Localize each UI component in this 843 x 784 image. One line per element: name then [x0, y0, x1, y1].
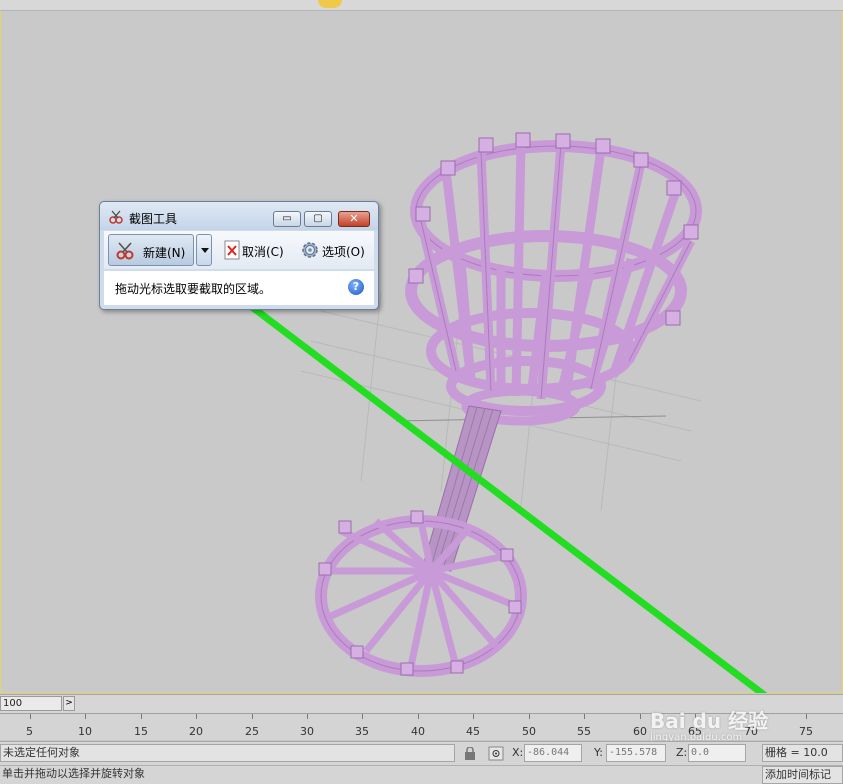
x-coordinate-field[interactable]: -86.044 [524, 744, 582, 762]
close-icon: ✕ [349, 212, 359, 225]
cancel-label: 取消(C) [242, 245, 284, 259]
z-label: Z: [676, 746, 688, 759]
scissors-icon [116, 242, 134, 260]
instruction-text: 拖动光标选取要截取的区域。 [115, 282, 272, 296]
tick-label: 50 [522, 725, 536, 738]
tick-label: 55 [577, 725, 591, 738]
maximize-button[interactable]: ▢ [304, 211, 332, 227]
prompt-bar: 单击并拖动以选择并旋转对象 添加时间标记 [0, 765, 843, 784]
selection-status: 未选定任何对象 [0, 744, 455, 762]
maximize-icon: ▢ [313, 213, 323, 224]
new-snip-button[interactable]: 新建(N) [108, 234, 194, 266]
close-button[interactable]: ✕ [338, 211, 370, 227]
tick-label: 40 [411, 725, 425, 738]
tick-mark [529, 714, 530, 719]
options-label: 选项(O) [322, 245, 365, 259]
tick-mark [418, 714, 419, 719]
tick-label: 25 [245, 725, 259, 738]
tick-mark [584, 714, 585, 719]
y-label: Y: [594, 746, 603, 759]
tick-mark [307, 714, 308, 719]
watermark-brand: Bai du 经验 [650, 709, 769, 733]
add-time-tag-button[interactable]: 添加时间标记 [762, 766, 843, 784]
tick-mark [30, 714, 31, 719]
chevron-down-icon [201, 248, 209, 253]
z-coordinate-field[interactable]: 0.0 [688, 744, 746, 762]
next-frame-button[interactable]: > [63, 696, 75, 711]
tick-mark [141, 714, 142, 719]
snipping-tool-titlebar[interactable]: 截图工具 ▭ ▢ ✕ [100, 202, 378, 230]
tick-mark [196, 714, 197, 719]
tick-label: 10 [78, 725, 92, 738]
minimize-button[interactable]: ▭ [273, 211, 301, 227]
tick-label: 75 [799, 725, 813, 738]
minimize-icon: ▭ [282, 213, 292, 224]
snipping-toolbar: 新建(N) 取消(C) 选项(O) [104, 231, 374, 269]
tick-label: 35 [355, 725, 369, 738]
scissors-app-icon [109, 210, 123, 224]
help-icon[interactable]: ? [348, 279, 364, 295]
tick-label: 30 [300, 725, 314, 738]
cancel-button[interactable]: 取消(C) [216, 234, 288, 266]
cancel-icon [224, 240, 240, 260]
instruction-panel: 拖动光标选取要截取的区域。 ? [104, 271, 374, 305]
tick-label: 5 [26, 725, 33, 738]
3d-viewport[interactable]: 截图工具 ▭ ▢ ✕ 新建(N) 取消(C) 选项(O) 拖动光标选取要截取的区… [0, 11, 843, 693]
tick-mark [473, 714, 474, 719]
options-button[interactable]: 选项(O) [294, 234, 372, 266]
grid-size: 栅格 = 10.0 [762, 744, 843, 762]
tick-label: 20 [189, 725, 203, 738]
toolbar-highlight-icon[interactable] [318, 0, 342, 8]
absolute-mode-icon[interactable] [488, 746, 504, 761]
tick-label: 60 [633, 725, 647, 738]
baidu-watermark: Bai du 经验 jingyan.baidu.com [650, 705, 769, 743]
frame-counter[interactable]: 100 [0, 696, 62, 711]
y-coordinate-field[interactable]: -155.578 [606, 744, 666, 762]
tick-mark [806, 714, 807, 719]
lock-icon[interactable] [464, 747, 476, 760]
tick-mark [362, 714, 363, 719]
tick-mark [252, 714, 253, 719]
top-toolbar-strip [0, 0, 843, 11]
snipping-tool-window[interactable]: 截图工具 ▭ ▢ ✕ 新建(N) 取消(C) 选项(O) 拖动光标选取要截取的区… [99, 201, 379, 310]
tick-mark [85, 714, 86, 719]
status-bar: 未选定任何对象 X: -86.044 Y: -155.578 Z: 0.0 栅格… [0, 741, 843, 765]
tick-label: 45 [466, 725, 480, 738]
prompt-line: 单击并拖动以选择并旋转对象 [2, 767, 145, 780]
tick-label: 15 [134, 725, 148, 738]
tick-mark [640, 714, 641, 719]
x-label: X: [512, 746, 524, 759]
window-title: 截图工具 [129, 212, 178, 226]
snip-mode-dropdown[interactable] [196, 234, 212, 266]
new-snip-label: 新建(N) [143, 246, 186, 260]
gear-icon [302, 242, 318, 258]
viewport-scene [191, 132, 768, 693]
